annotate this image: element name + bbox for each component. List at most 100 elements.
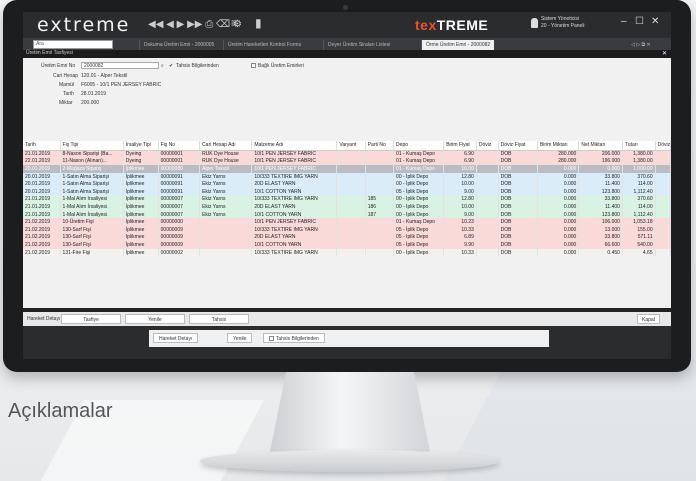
table-cell: 33.800 xyxy=(578,195,623,204)
table-cell: 1-Satın Alma Siparişi xyxy=(60,172,124,181)
table-row[interactable]: 21.02.2019 130-Sarf Fişi İplikmee 00000009 2… xyxy=(23,233,671,242)
tab-orme-uretim[interactable]: Örme Üretim Emri - 2000082 xyxy=(421,40,495,50)
table-cell: 1-Satın Alma Siparişi xyxy=(60,180,124,188)
table-cell xyxy=(655,187,671,196)
table-cell xyxy=(365,218,395,226)
column-header[interactable]: Tarih xyxy=(23,141,61,151)
table-row[interactable]: 21.01.2019 1-Mal Alım İrsaliyesi İplikmee 0… xyxy=(23,195,671,204)
table-cell: 00000002 xyxy=(158,248,201,257)
table-cell: 01 - Kumaş Depo xyxy=(393,165,445,173)
table-row[interactable]: 21.02.2019 130-Sarf Fişi İplikmee 00000009 1… xyxy=(23,225,671,234)
tab-deyer-siralari[interactable]: Deyer Üretim Siraları Listesi xyxy=(323,40,394,50)
table-cell: 10.33 xyxy=(443,248,477,257)
table-cell xyxy=(365,233,395,242)
table-cell: 106.000 xyxy=(578,218,623,226)
table-row[interactable]: 20.01.2019 2-Mağaza Sipariş İplikmee 000000… xyxy=(23,165,671,173)
table-cell: 206.000 xyxy=(578,150,623,158)
table-row[interactable]: 21.02.2019 130-Sarf Fişi İplikmee 00000009 1… xyxy=(23,241,671,249)
table-cell: 10/333 TEXTIRE IMG YARN xyxy=(251,195,338,204)
column-header[interactable]: Tutarı xyxy=(622,141,656,151)
bagli-checkbox[interactable]: Bağlı Üretim Emirleri xyxy=(251,63,304,69)
tahsis-checkbox[interactable]: ✔ Tahsis Bilgilerinden xyxy=(169,63,219,69)
user-info[interactable]: Sistem Yöneticisi 20 - Yönetim Paneli xyxy=(541,16,585,30)
table-cell xyxy=(199,233,253,242)
table-row[interactable]: 21.01.2019 1-Mal Alım İrsaliyesi İplikmee 0… xyxy=(23,203,671,211)
table-row[interactable]: 20.01.2019 1-Satın Alma Siparişi İplikmee 0… xyxy=(23,180,671,188)
kapat-button[interactable]: Kapat xyxy=(637,314,661,324)
column-header[interactable]: Varyant xyxy=(336,141,366,151)
table-cell: 00000007 xyxy=(158,203,201,211)
table-cell: 130-Sarf Fişi xyxy=(60,241,124,249)
table-cell: 10/1 COTTON YARN xyxy=(251,187,338,196)
search-input[interactable]: Ara xyxy=(33,40,113,49)
table-row[interactable]: 21.01.2019 8-Nason Siparişi (Ba... Dyeing 0… xyxy=(23,150,671,158)
table-cell: DOB xyxy=(498,241,538,249)
menu-icon[interactable]: ≡ xyxy=(231,16,238,30)
table-row[interactable]: 21.02.2019 10-Üretim Fişi İplikmee 00000000… xyxy=(23,218,671,226)
tasfiye-button[interactable]: Tasfiye xyxy=(61,314,121,324)
table-cell: DOB xyxy=(498,195,538,204)
search-icon[interactable]: ⌕ xyxy=(161,63,164,69)
column-header[interactable]: Fiş No xyxy=(158,141,201,151)
column-header[interactable]: Net Miktarı xyxy=(578,141,623,151)
close-document-icon[interactable]: ✕ xyxy=(662,50,667,57)
table-cell xyxy=(476,241,499,249)
bookmark-icon[interactable]: ▮ xyxy=(255,16,262,30)
yenile-button[interactable]: Yenile xyxy=(125,314,185,324)
table-cell: Ekiz Yarns xyxy=(199,187,253,196)
column-header[interactable]: İrsaliye Tipi xyxy=(123,141,159,151)
table-cell: DOB xyxy=(498,225,538,234)
column-header[interactable]: Birim Miktarı xyxy=(537,141,580,151)
table-cell xyxy=(476,218,499,226)
minimize-icon[interactable]: – xyxy=(621,16,627,27)
table-cell: 10-Üretim Fişi xyxy=(60,218,124,226)
tahsis-button[interactable]: Tahsis xyxy=(189,314,249,324)
table-cell: 00000009 xyxy=(158,233,201,242)
table-cell: 130-Sarf Fişi xyxy=(60,233,124,242)
hareket-detay-button-2[interactable]: Hareket Detayı xyxy=(153,333,199,343)
table-cell xyxy=(655,195,671,204)
table-cell: Dyeing xyxy=(123,157,159,166)
column-header[interactable]: Fiş Tipi xyxy=(60,141,124,151)
column-header[interactable]: Döviz Fiyat xyxy=(498,141,538,151)
monitor-frame: extreme ◀◀ ◀ ▶ ▶▶ ⎙ ⌫ ⚙ ≡ ▮ texTREME Sis… xyxy=(3,0,691,372)
close-icon[interactable]: ✕ xyxy=(651,16,659,27)
table-cell xyxy=(365,180,395,188)
table-cell: İplikmee xyxy=(123,225,159,234)
column-header[interactable]: Malzeme Adı xyxy=(251,141,338,151)
maximize-icon[interactable]: ☐ xyxy=(635,16,644,27)
column-header[interactable]: Depo xyxy=(393,141,445,151)
table-cell: 6.89 xyxy=(443,233,477,242)
table-row[interactable]: 21.01.2019 1-Mal Alım İrsaliyesi İplikmee 0… xyxy=(23,210,671,219)
table-cell: 00000007 xyxy=(158,195,201,204)
tab-hareket-kontrol[interactable]: Üretim Hareketleri Kontrol Formu xyxy=(223,40,305,50)
table-row[interactable]: 22.01.2019 11-Nason (Alınan)... Dyeing 0000… xyxy=(23,157,671,166)
table-row[interactable]: 21.02.2019 131-Fire Fişi İplikmee 00000002 1… xyxy=(23,248,671,257)
table-row[interactable]: 20.01.2019 1-Satın Alma Siparişi İplikmee 0… xyxy=(23,172,671,181)
table-cell: 0.000 xyxy=(537,225,580,234)
column-header[interactable]: Parti No xyxy=(365,141,395,151)
table-cell: DOB xyxy=(498,210,538,219)
table-cell: 123.800 xyxy=(578,210,623,219)
table-cell: İplikmee xyxy=(123,172,159,181)
table-cell: 540.00 xyxy=(622,241,656,249)
column-header[interactable]: Döviz xyxy=(476,141,499,151)
column-header[interactable]: Döviz xyxy=(655,141,671,151)
table-cell: 123.800 xyxy=(578,187,623,196)
column-header[interactable]: Cari Hesap Adı xyxy=(199,141,253,151)
user-icon xyxy=(531,18,538,28)
table-cell: 21.02.2019 xyxy=(23,218,61,226)
table-cell: İplikmee xyxy=(123,165,159,173)
emir-field[interactable]: 2000082 xyxy=(81,62,159,69)
table-cell: 1,112.40 xyxy=(622,210,656,219)
yenile-button-2[interactable]: Yenile xyxy=(227,333,253,343)
hareket-detay-button[interactable]: Hareket Detayı xyxy=(27,314,60,324)
table-cell: 114.00 xyxy=(622,180,656,188)
table-row[interactable]: 20.01.2019 1-Satın Alma Siparişi İplikmee 0… xyxy=(23,187,671,196)
tab-dokuma[interactable]: Dokuma Üretim Emri - 2000005 xyxy=(139,40,218,50)
tab-nav-icons[interactable]: ◁ ▷ ⧉ ✕ xyxy=(627,40,655,50)
column-header[interactable]: Birim Fiyat xyxy=(443,141,477,151)
tahsis-checkbox-2[interactable]: Tahsis Bilgilerinden xyxy=(263,333,325,343)
table-cell: 21.02.2019 xyxy=(23,225,61,234)
record-navigation-icons[interactable]: ◀◀ ◀ ▶ ▶▶ ⎙ ⌫ ⚙ xyxy=(148,19,242,30)
